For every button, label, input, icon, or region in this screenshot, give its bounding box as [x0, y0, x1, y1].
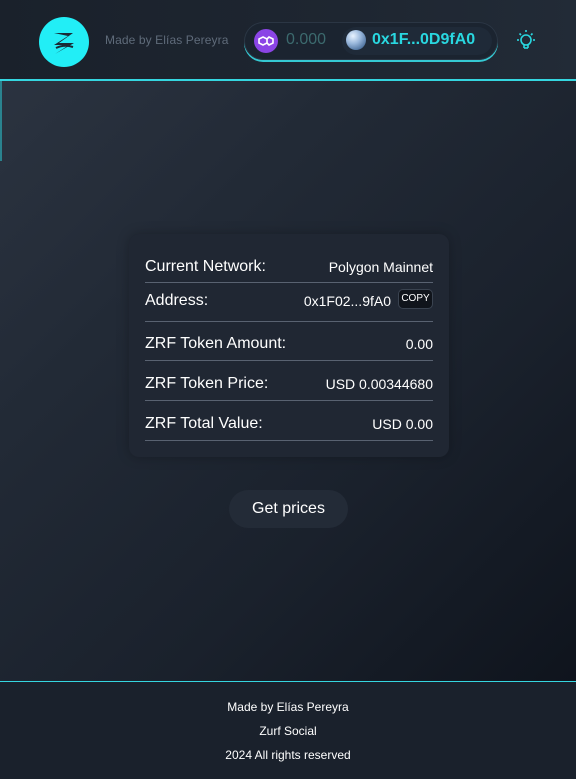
get-prices-button[interactable]: Get prices — [229, 490, 348, 528]
copy-address-button[interactable]: COPY — [398, 289, 433, 309]
header-credit: Made by Elías Pereyra — [105, 33, 229, 47]
page-footer: Made by Elías Pereyra Zurf Social 2024 A… — [0, 681, 576, 779]
polygon-matic-icon — [254, 29, 278, 53]
row-label: ZRF Total Value: — [145, 415, 263, 432]
row-total-value: ZRF Total Value: USD 0.00 — [145, 411, 433, 441]
row-value: 0x1F02...9fA0 — [303, 293, 391, 309]
globe-avatar-icon — [346, 30, 366, 50]
app-root: Made by Elías Pereyra 0.000 0x1F...0D9fA… — [0, 0, 576, 779]
account-address: 0x1F...0D9fA0 — [372, 31, 476, 48]
row-label: ZRF Token Price: — [145, 375, 269, 392]
zurf-logo-icon[interactable] — [39, 17, 89, 67]
row-value: Polygon Mainnet — [328, 259, 433, 275]
footer-copyright: 2024 All rights reserved — [225, 748, 351, 762]
row-address: Address: 0x1F02...9fA0 COPY — [145, 288, 433, 322]
main-content: Current Network: Polygon Mainnet Address… — [0, 81, 576, 681]
footer-credit: Made by Elías Pereyra — [227, 700, 349, 714]
left-accent-line — [0, 81, 2, 161]
wallet-balance: 0.000 — [286, 31, 327, 48]
top-header: Made by Elías Pereyra 0.000 0x1F...0D9fA… — [0, 0, 576, 81]
wallet-info-card: Current Network: Polygon Mainnet Address… — [129, 234, 449, 457]
row-value: USD 0.00 — [372, 416, 433, 432]
account-address-chip[interactable]: 0x1F...0D9fA0 — [342, 27, 492, 55]
lightbulb-icon[interactable] — [513, 28, 539, 54]
row-current-network: Current Network: Polygon Mainnet — [145, 254, 433, 283]
row-token-price: ZRF Token Price: USD 0.00344680 — [145, 371, 433, 401]
row-label: Current Network: — [145, 258, 266, 275]
footer-brand: Zurf Social — [259, 724, 317, 738]
row-value: 0.00 — [405, 336, 433, 352]
row-label: ZRF Token Amount: — [145, 335, 287, 352]
row-token-amount: ZRF Token Amount: 0.00 — [145, 331, 433, 361]
row-value: USD 0.00344680 — [325, 376, 433, 392]
row-label: Address: — [145, 292, 209, 309]
wallet-pill[interactable]: 0.000 0x1F...0D9fA0 — [244, 22, 498, 60]
